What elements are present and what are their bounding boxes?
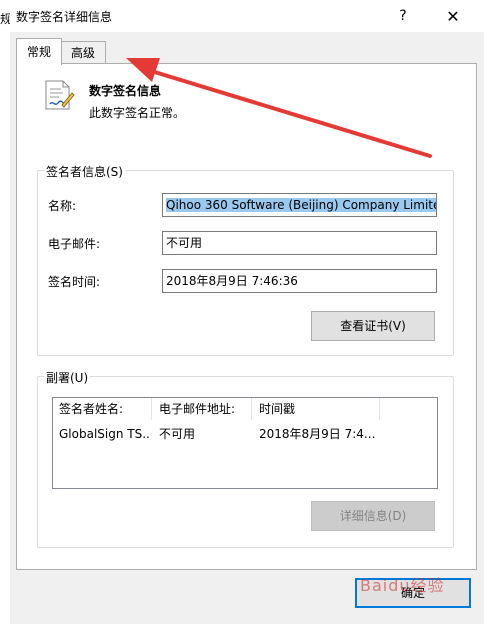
close-icon: ✕ [446, 6, 460, 26]
table-row[interactable]: GlobalSign TS... 不可用 2018年8月9日 7:4... [53, 424, 433, 444]
countersignatures-group-label: 副署(U) [44, 369, 91, 386]
digital-signature-details-dialog: 数字签名详细信息 ? ✕ 常规 高级 数字签名信息 此数字签名正常。 签名者信息… [10, 0, 484, 624]
document-signature-icon [45, 80, 75, 110]
tab-general[interactable]: 常规 [16, 38, 63, 65]
help-icon: ? [399, 8, 407, 24]
countersignature-list[interactable]: 签名者姓名: 电子邮件地址: 时间戳 GlobalSign TS... 不可用 … [52, 397, 438, 489]
list-header: 签名者姓名: 电子邮件地址: 时间戳 [53, 398, 380, 420]
countersignatures-group: 副署(U) 签名者姓名: 电子邮件地址: 时间戳 GlobalSign TS..… [37, 369, 454, 548]
signer-name-field[interactable]: Qihoo 360 Software (Beijing) Company Lim… [162, 193, 437, 217]
details-button[interactable]: 详细信息(D) [311, 501, 435, 531]
general-tab-panel: 数字签名信息 此数字签名正常。 签名者信息(S) 名称: Qihoo 360 S… [16, 63, 477, 570]
column-header-signer-name[interactable]: 签名者姓名: [53, 398, 152, 420]
dialog-title: 数字签名详细信息 [16, 10, 113, 24]
column-header-timestamp[interactable]: 时间戳 [253, 398, 380, 420]
close-button[interactable]: ✕ [430, 0, 476, 32]
signer-name-value: Qihoo 360 Software (Beijing) Company Lim… [166, 198, 436, 212]
signer-info-group: 签名者信息(S) 名称: Qihoo 360 Software (Beijing… [37, 163, 454, 356]
signing-time-value: 2018年8月9日 7:46:36 [166, 274, 298, 288]
cell-timestamp: 2018年8月9日 7:4... [259, 427, 376, 441]
cell-email: 不可用 [159, 427, 196, 441]
tab-advanced[interactable]: 高级 [60, 41, 107, 64]
column-header-email[interactable]: 电子邮件地址: [153, 398, 252, 420]
signer-email-field[interactable]: 不可用 [162, 231, 437, 255]
name-label: 名称: [48, 199, 77, 213]
help-button[interactable]: ? [380, 0, 426, 32]
signature-info-title: 数字签名信息 [89, 84, 162, 98]
signer-email-value: 不可用 [166, 236, 203, 250]
cell-signer-name: GlobalSign TS... [59, 427, 151, 441]
signing-time-field[interactable]: 2018年8月9日 7:46:36 [162, 269, 437, 293]
baidu-watermark: Baidu经验 [360, 576, 445, 595]
title-bar[interactable]: 数字签名详细信息 ? ✕ [10, 0, 484, 32]
email-label: 电子邮件: [48, 237, 101, 251]
signer-info-group-label: 签名者信息(S) [44, 163, 125, 180]
signature-status-text: 此数字签名正常。 [89, 106, 186, 120]
signing-time-label: 签名时间: [48, 275, 101, 289]
view-certificate-button[interactable]: 查看证书(V) [311, 311, 435, 341]
